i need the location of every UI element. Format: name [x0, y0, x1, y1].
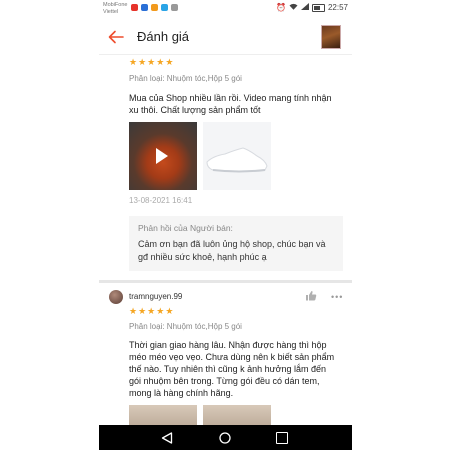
status-bar: MobiFone Viettel ⏰ 22:57	[99, 0, 352, 17]
product-thumbnail[interactable]	[321, 25, 341, 49]
carrier-name-2: Viettel	[103, 9, 119, 15]
star-icon: ★	[138, 306, 147, 316]
star-icon: ★	[129, 306, 138, 316]
triangle-back-icon[interactable]	[161, 432, 173, 444]
square-recent-icon[interactable]	[276, 432, 288, 444]
review-video[interactable]	[129, 122, 197, 190]
battery-icon	[311, 3, 325, 12]
star-icon: ★	[129, 57, 138, 67]
clock-time: 22:57	[327, 3, 348, 12]
star-icon: ★	[147, 306, 156, 316]
review-timestamp: 13-08-2021 16:41	[129, 196, 193, 205]
star-icon: ★	[165, 306, 174, 316]
star-icon: ★	[147, 57, 156, 67]
reviewer-username[interactable]: tramnguyen.99	[129, 292, 182, 301]
status-right: ⏰ 22:57	[276, 3, 348, 12]
seller-reply-text: Cảm ơn bạn đã luôn ủng hộ shop, chúc bạn…	[138, 239, 326, 262]
signal-icon	[300, 3, 309, 12]
review-variant: Phân loại: Nhuộm tóc,Hộp 5 gói	[129, 74, 242, 83]
star-icon: ★	[156, 306, 165, 316]
divider	[99, 54, 352, 55]
shoe-picture	[206, 147, 268, 173]
seller-reply-title: Phản hồi của Người bán:	[138, 223, 233, 233]
star-icon: ★	[165, 57, 174, 67]
notification-app-icon	[171, 4, 178, 11]
phone-screen: MobiFone Viettel ⏰ 22:57 Đánh giá ★ ★ ★ …	[99, 0, 352, 450]
header: Đánh giá	[99, 20, 352, 54]
notification-app-icon	[141, 4, 148, 11]
review-image[interactable]	[129, 405, 197, 425]
back-arrow-icon[interactable]	[107, 28, 125, 46]
notification-icons	[131, 4, 178, 11]
avatar[interactable]	[109, 290, 123, 304]
seller-reply-box: Phản hồi của Người bán: Cảm ơn bạn đã lu…	[129, 216, 343, 271]
carrier-info: MobiFone Viettel	[103, 2, 127, 16]
carrier-name-1: MobiFone	[103, 2, 128, 8]
review-separator	[99, 280, 352, 283]
star-icon: ★	[138, 57, 147, 67]
star-icon: ★	[156, 57, 165, 67]
review-variant: Phân loại: Nhuộm tóc,Hộp 5 gói	[129, 322, 242, 331]
wifi-icon	[289, 3, 298, 12]
review-image[interactable]	[203, 405, 271, 425]
notification-app-icon	[131, 4, 138, 11]
review-text: Mua của Shop nhiều lần rồi. Video mang t…	[129, 93, 332, 115]
more-options-icon[interactable]: •••	[331, 293, 343, 302]
review-image[interactable]	[203, 122, 271, 190]
notification-app-icon	[151, 4, 158, 11]
alarm-icon: ⏰	[276, 3, 286, 12]
page-title: Đánh giá	[137, 29, 190, 44]
thumbs-up-icon[interactable]	[305, 290, 317, 301]
rating-stars: ★ ★ ★ ★ ★	[129, 307, 173, 316]
review-text: Thời gian giao hàng lâu. Nhận được hàng …	[129, 340, 335, 398]
circle-home-icon[interactable]	[219, 432, 231, 444]
rating-stars: ★ ★ ★ ★ ★	[129, 58, 173, 67]
notification-app-icon	[161, 4, 168, 11]
navigation-bar	[99, 425, 352, 450]
play-icon	[156, 148, 168, 164]
